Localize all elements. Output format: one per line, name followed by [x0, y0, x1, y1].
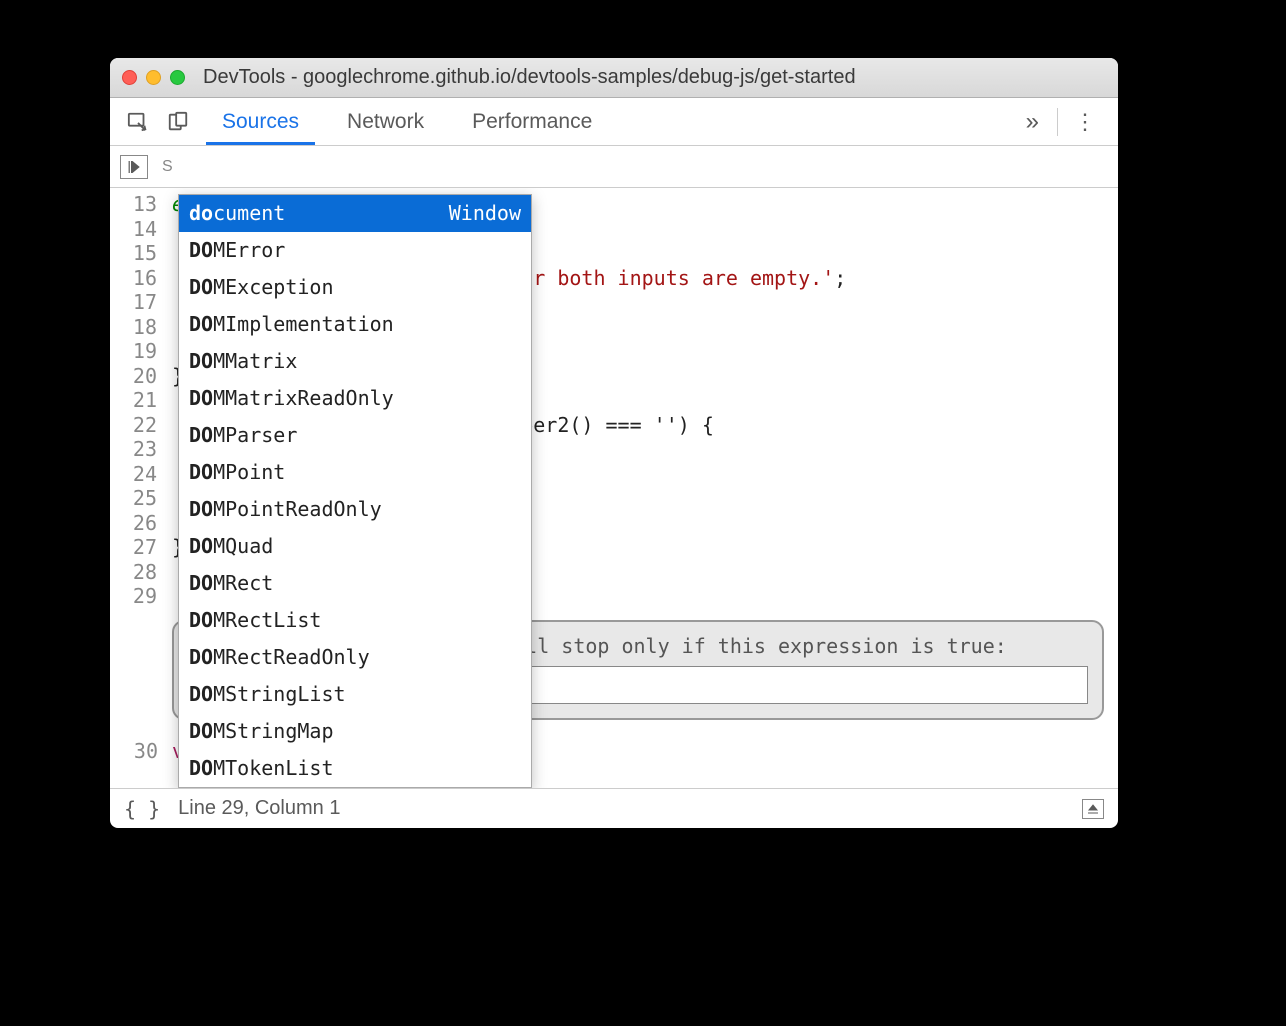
autocomplete-item[interactable]: DOMMatrix [179, 343, 531, 380]
autocomplete-item[interactable]: DOMImplementation [179, 306, 531, 343]
file-label-fragment: S [162, 158, 173, 176]
autocomplete-item[interactable]: DOMError [179, 232, 531, 269]
line-number[interactable]: 19 [110, 339, 157, 364]
drawer-toggle-icon[interactable] [1082, 799, 1104, 819]
tab-bar: Sources Network Performance » ⋮ [110, 98, 1118, 146]
device-icon[interactable] [158, 111, 198, 133]
line-number[interactable]: 27 [110, 535, 157, 560]
settings-menu-icon[interactable]: ⋮ [1062, 109, 1110, 135]
line-number[interactable]: 30 [110, 739, 168, 764]
line-number[interactable]: 15 [110, 241, 157, 266]
minimize-icon[interactable] [146, 70, 161, 85]
close-icon[interactable] [122, 70, 137, 85]
line-number[interactable]: 22 [110, 413, 157, 438]
autocomplete-item[interactable]: DOMStringList [179, 676, 531, 713]
autocomplete-item[interactable]: DOMParser [179, 417, 531, 454]
titlebar: DevTools - googlechrome.github.io/devtoo… [110, 58, 1118, 98]
autocomplete-item[interactable]: DOMTokenList [179, 750, 531, 787]
separator [1057, 108, 1058, 136]
autocomplete-item[interactable]: DOMRectReadOnly [179, 639, 531, 676]
maximize-icon[interactable] [170, 70, 185, 85]
pretty-print-icon[interactable]: { } [124, 797, 160, 821]
autocomplete-item[interactable]: DOMQuad [179, 528, 531, 565]
line-number[interactable]: 21 [110, 388, 157, 413]
autocomplete-item[interactable]: DOMRectList [179, 602, 531, 639]
traffic-lights [122, 70, 185, 85]
line-number[interactable]: 16 [110, 266, 157, 291]
inspect-icon[interactable] [118, 111, 158, 133]
tab-network[interactable]: Network [323, 98, 448, 145]
devtools-window: DevTools - googlechrome.github.io/devtoo… [110, 58, 1118, 828]
more-tabs-icon[interactable]: » [1012, 108, 1053, 136]
autocomplete-item[interactable]: DOMRect [179, 565, 531, 602]
line-number[interactable]: 28 [110, 560, 157, 585]
step-icon[interactable] [120, 155, 148, 179]
autocomplete-item-selected[interactable]: documentWindow [179, 195, 531, 232]
autocomplete-item[interactable]: DOMPoint [179, 454, 531, 491]
tab-performance[interactable]: Performance [448, 98, 616, 145]
line-number[interactable]: 17 [110, 290, 157, 315]
code-editor[interactable]: 1314151617181920212223242526272829 ense.… [110, 188, 1118, 788]
sources-toolbar: S [110, 146, 1118, 188]
line-number[interactable]: 13 [110, 192, 157, 217]
line-number[interactable]: 20 [110, 364, 157, 389]
tab-sources[interactable]: Sources [198, 98, 323, 145]
line-gutter[interactable]: 1314151617181920212223242526272829 [110, 188, 168, 788]
autocomplete-item[interactable]: DOMStringMap [179, 713, 531, 750]
autocomplete-popup[interactable]: documentWindowDOMErrorDOMExceptionDOMImp… [178, 194, 532, 788]
cursor-position: Line 29, Column 1 [178, 797, 340, 820]
line-number[interactable]: 26 [110, 511, 157, 536]
autocomplete-item[interactable]: DOMPointReadOnly [179, 491, 531, 528]
window-title: DevTools - googlechrome.github.io/devtoo… [203, 66, 856, 89]
status-bar: { } Line 29, Column 1 [110, 788, 1118, 828]
line-number[interactable]: 25 [110, 486, 157, 511]
line-number[interactable]: 14 [110, 217, 157, 242]
line-number[interactable]: 23 [110, 437, 157, 462]
autocomplete-item[interactable]: DOMException [179, 269, 531, 306]
line-number[interactable]: 18 [110, 315, 157, 340]
autocomplete-item[interactable]: DOMMatrixReadOnly [179, 380, 531, 417]
line-number[interactable]: 29 [110, 584, 157, 609]
line-number[interactable]: 24 [110, 462, 157, 487]
